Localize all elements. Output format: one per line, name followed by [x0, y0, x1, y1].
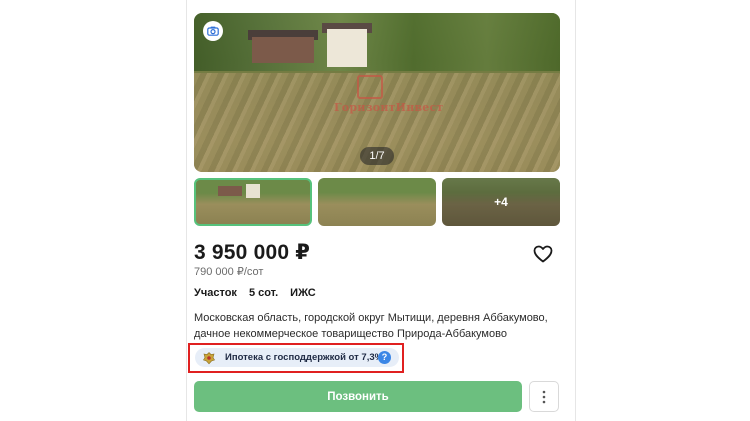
heart-icon — [533, 245, 553, 263]
param-type: Участок — [194, 287, 237, 299]
address: Московская область, городской округ Мыти… — [194, 312, 548, 340]
photo-trees — [194, 13, 560, 71]
call-button[interactable]: Позвонить — [194, 381, 522, 412]
mortgage-label: Ипотека с господдержкой от 7,3% — [225, 352, 384, 363]
price-per-unit: 790 000 ₽/сот — [194, 266, 264, 278]
more-options-button[interactable] — [529, 381, 559, 412]
listing-params: Участок 5 сот. ИЖС — [194, 287, 316, 299]
watermark: ГоризонтИнвест — [334, 75, 444, 119]
photo-house — [252, 37, 314, 63]
more-photos-label: +4 — [442, 178, 560, 226]
watermark-logo-icon — [357, 75, 383, 99]
param-area: 5 сот. — [248, 287, 279, 299]
param-purpose: ИЖС — [290, 287, 316, 299]
main-photo[interactable]: ГоризонтИнвест 1/7 — [194, 13, 560, 172]
camera-button[interactable] — [203, 21, 223, 41]
more-vertical-icon — [542, 390, 546, 403]
photo-counter: 1/7 — [360, 147, 394, 165]
help-icon[interactable]: ? — [378, 351, 391, 364]
thumbnail-3[interactable]: +4 — [442, 178, 560, 226]
mortgage-badge[interactable]: Ипотека с господдержкой от 7,3% ? — [195, 348, 399, 367]
favorite-button[interactable] — [533, 245, 553, 263]
thumbnail-1[interactable] — [194, 178, 312, 226]
watermark-text: ГоризонтИнвест — [334, 101, 444, 114]
photo-house — [327, 29, 367, 67]
camera-icon — [207, 26, 219, 36]
price: 3 950 000 ₽ — [194, 241, 311, 264]
emblem-icon — [202, 351, 216, 365]
thumbnail-2[interactable] — [318, 178, 436, 226]
